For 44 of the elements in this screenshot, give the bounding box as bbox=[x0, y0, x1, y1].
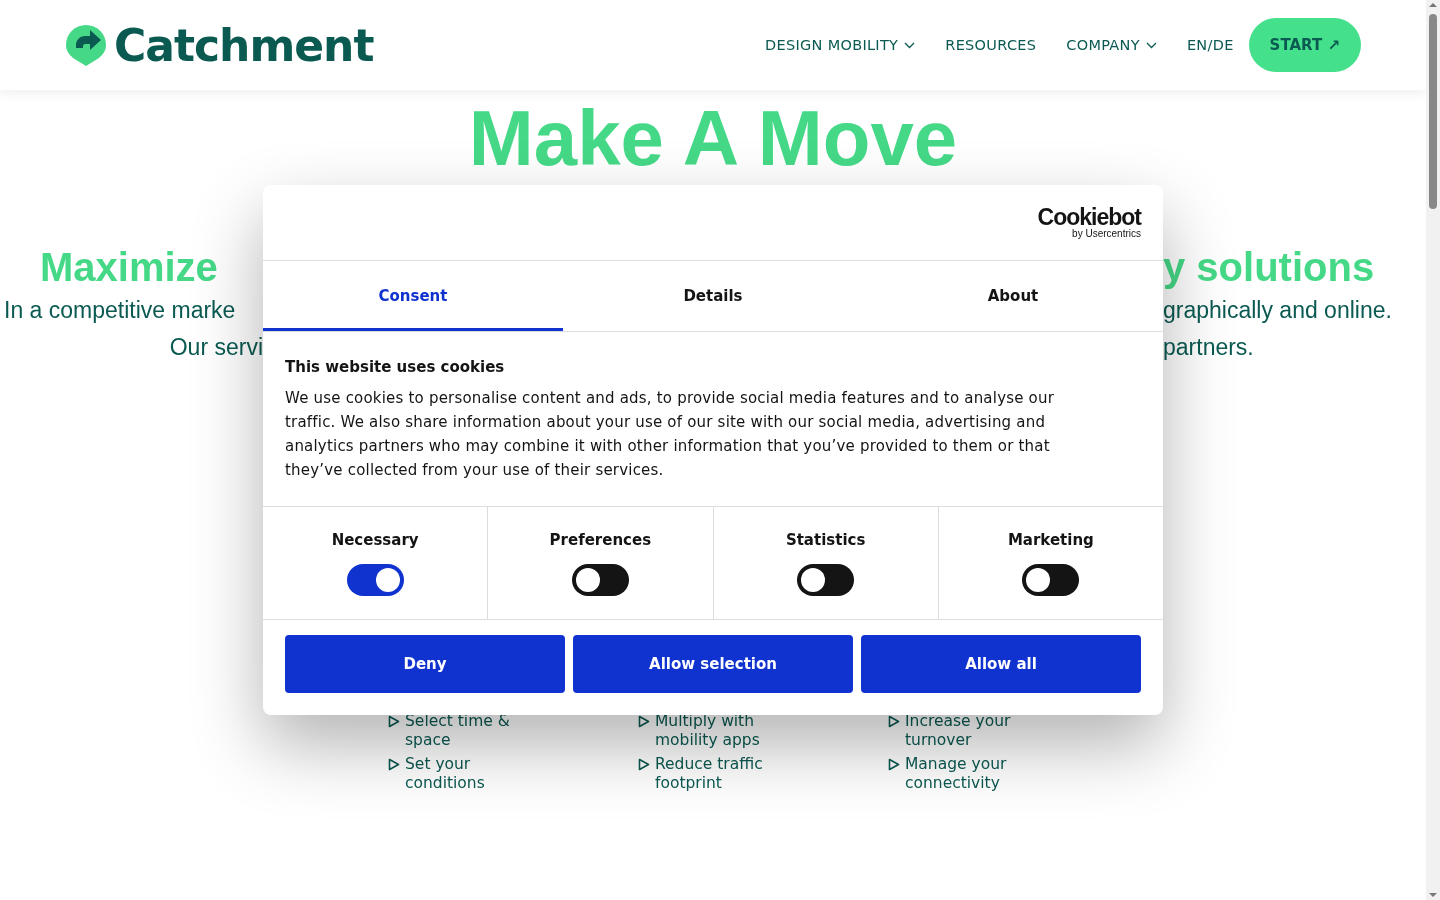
category-label: Preferences bbox=[549, 531, 652, 549]
triangle-icon bbox=[638, 715, 650, 728]
triangle-icon bbox=[388, 758, 400, 771]
scrollbar[interactable] bbox=[1426, 0, 1440, 900]
hero-text: graphically and online. bbox=[1163, 297, 1392, 323]
toggle-switch[interactable] bbox=[346, 564, 404, 596]
category-label: Marketing bbox=[1007, 531, 1094, 549]
logo-wordmark[interactable]: Catchment bbox=[114, 19, 374, 71]
hero-text: Our servi bbox=[169, 333, 263, 362]
nav-link[interactable]: DESIGN MOBILITY bbox=[765, 37, 916, 53]
nav-link[interactable]: EN/DE bbox=[1186, 37, 1234, 53]
hero-text: In a competitive marke bbox=[4, 296, 236, 325]
triangle-icon bbox=[638, 758, 650, 771]
category-label: Statistics bbox=[785, 531, 866, 549]
category-label: Necessary bbox=[331, 531, 419, 549]
location-pin-arrow-icon bbox=[65, 24, 107, 66]
dialog-tab[interactable]: About bbox=[863, 261, 1163, 331]
dialog-text: We use cookies to personalise content and ads, to provide social media features and to analyse our traffic. We also share information about your use of our site with our social media, advertising and analytics partners who may combine it with other information that you’ve provided to them or that they’ve collected from your use of their services. bbox=[285, 388, 1056, 481]
dialog-tab[interactable]: Details bbox=[563, 261, 863, 331]
scrollbar-thumb[interactable] bbox=[1429, 14, 1437, 209]
hero-subtitle: y solutions bbox=[1163, 245, 1375, 289]
dialog-heading: This website uses cookies bbox=[285, 358, 506, 376]
hero-subtitle: Maximize bbox=[40, 244, 218, 291]
toggle-switch[interactable] bbox=[1022, 564, 1080, 596]
feature-text: Manage your connectivity bbox=[905, 755, 1008, 793]
feature-text: Set your conditions bbox=[405, 755, 486, 793]
triangle-icon bbox=[388, 715, 400, 728]
consent-button[interactable]: Deny bbox=[285, 635, 565, 693]
cookiebot-logo: Cookiebot by Usercentrics bbox=[1037, 206, 1141, 239]
hero-text: partners. bbox=[1163, 334, 1254, 360]
dialog-tab[interactable]: Consent bbox=[263, 261, 563, 331]
nav-link[interactable]: COMPANY bbox=[1066, 37, 1157, 53]
feature-text: Increase your turnover bbox=[905, 712, 1012, 750]
triangle-icon bbox=[888, 715, 900, 728]
feature-text: Multiply with mobility apps bbox=[655, 712, 761, 750]
toggle-switch[interactable] bbox=[571, 564, 629, 596]
consent-button[interactable]: Allow all bbox=[861, 635, 1141, 693]
triangle-icon bbox=[888, 758, 900, 771]
toggle-switch[interactable] bbox=[797, 564, 855, 596]
start-button[interactable]: START ↗ bbox=[1248, 18, 1361, 72]
consent-button[interactable]: Allow selection bbox=[573, 635, 853, 693]
hero-title: Make A Move bbox=[467, 94, 959, 182]
nav-link[interactable]: RESOURCES bbox=[945, 37, 1037, 53]
feature-text: Reduce traffic footprint bbox=[655, 755, 764, 793]
